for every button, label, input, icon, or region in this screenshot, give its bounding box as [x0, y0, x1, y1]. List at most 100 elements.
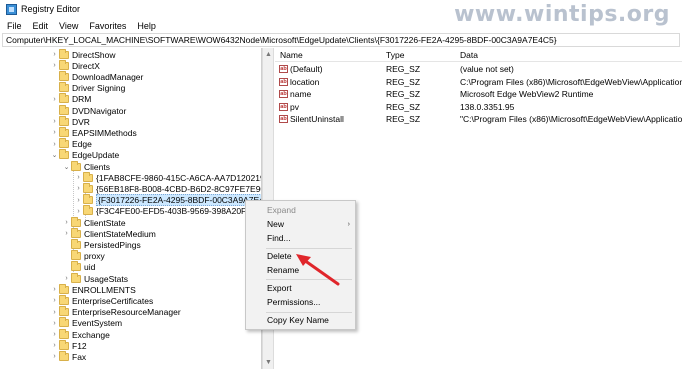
collapsed-chevron-icon[interactable]: › [62, 230, 71, 237]
collapsed-chevron-icon[interactable]: › [50, 96, 59, 103]
collapsed-chevron-icon[interactable]: › [50, 141, 59, 148]
tree-item[interactable]: proxy [62, 250, 105, 262]
column-name[interactable]: Name [280, 50, 303, 60]
tree-item[interactable]: DVDNavigator [50, 104, 126, 116]
collapsed-chevron-icon[interactable]: › [50, 51, 59, 58]
folder-icon [59, 350, 69, 361]
value-type: REG_SZ [386, 101, 421, 112]
menu-separator [266, 248, 352, 249]
tree-item[interactable]: › UsageStats [62, 272, 128, 284]
collapsed-chevron-icon[interactable]: › [50, 286, 59, 293]
folder-icon [71, 272, 81, 283]
collapsed-chevron-icon[interactable]: › [50, 309, 59, 316]
tree-item[interactable]: › EAPSIMMethods [50, 126, 137, 138]
value-row[interactable]: ab location REG_SZ C:\Program Files (x86)\M… [275, 76, 682, 88]
collapsed-chevron-icon[interactable]: › [50, 297, 59, 304]
tree-item[interactable]: › ClientStateMedium [62, 227, 156, 239]
tree-item-label: DVR [72, 116, 90, 127]
tree-item[interactable]: › EventSystem [50, 317, 123, 329]
value-type: REG_SZ [386, 64, 421, 74]
collapsed-chevron-icon[interactable]: › [50, 320, 59, 327]
folder-icon [59, 317, 69, 328]
tree-item[interactable]: ⌄ Clients [62, 160, 110, 172]
tree-item[interactable]: uid [62, 261, 96, 273]
collapsed-chevron-icon[interactable]: › [50, 118, 59, 125]
folder-icon [59, 339, 69, 350]
menu-item-expand[interactable]: Expand [246, 204, 357, 217]
folder-icon [71, 261, 81, 272]
value-data: "C:\Program Files (x86)\Microsoft\EdgeWe… [460, 114, 682, 124]
collapsed-chevron-icon[interactable]: › [74, 197, 83, 204]
folder-icon [59, 138, 69, 149]
menu-favorites[interactable]: Favorites [89, 21, 126, 31]
tree-item[interactable]: › DirectShow [50, 48, 115, 60]
tree-item[interactable]: › Fax [50, 350, 86, 362]
tree-item[interactable]: › {1FAB8CFE-9860-415C-A6CA-AA7D12021940} [74, 171, 261, 183]
string-value-icon: ab [279, 77, 288, 86]
tree-item-label: Clients [84, 161, 110, 172]
tree-item[interactable]: ⌄ EdgeUpdate [50, 149, 120, 161]
tree-item-label: uid [84, 262, 96, 273]
collapsed-chevron-icon[interactable]: › [62, 275, 71, 282]
menu-item-copy-key-name[interactable]: Copy Key Name [246, 314, 357, 327]
expanded-chevron-icon[interactable]: ⌄ [50, 151, 59, 159]
collapsed-chevron-icon[interactable]: › [50, 129, 59, 136]
tree-item[interactable]: › {F3C4FE00-EFD5-403B-9569-398A20F1BA4A} [74, 205, 261, 217]
tree-item[interactable]: › Exchange [50, 328, 110, 340]
tree-item[interactable]: › ENROLLMENTS [50, 283, 136, 295]
folder-icon [83, 171, 93, 182]
tree-item[interactable]: › {56EB18F8-B008-4CBD-B6D2-8C97FE7E9062} [74, 182, 261, 194]
column-type[interactable]: Type [386, 50, 404, 60]
tree-item-label: PersistedPings [84, 239, 141, 250]
menu-item-new[interactable]: New › [246, 218, 357, 231]
tree-item[interactable]: › EnterpriseCertificates [50, 294, 153, 306]
tree-item[interactable]: › Edge [50, 138, 92, 150]
tree-item-label: EdgeUpdate [72, 150, 120, 161]
tree-item[interactable]: › DVR [50, 115, 90, 127]
tree-item[interactable]: › F12 [50, 339, 87, 351]
collapsed-chevron-icon[interactable]: › [50, 353, 59, 360]
scroll-down-icon[interactable]: ▼ [265, 359, 272, 366]
menu-separator [266, 312, 352, 313]
value-type: REG_SZ [386, 114, 421, 124]
tree-item[interactable]: › DirectX [50, 59, 100, 71]
menu-edit[interactable]: Edit [33, 21, 49, 31]
tree-item[interactable]: PersistedPings [62, 238, 141, 250]
collapsed-chevron-icon[interactable]: › [50, 342, 59, 349]
collapsed-chevron-icon[interactable]: › [50, 62, 59, 69]
tree-item[interactable]: › ClientState [62, 216, 126, 228]
menu-item-rename[interactable]: Rename [246, 264, 357, 277]
tree-item-label: ClientState [84, 217, 126, 228]
collapsed-chevron-icon[interactable]: › [74, 208, 83, 215]
menu-view[interactable]: View [59, 21, 78, 31]
tree-item[interactable]: › DRM [50, 93, 91, 105]
menu-item-delete[interactable]: Delete [246, 250, 357, 263]
tree-item-label: ENROLLMENTS [72, 284, 136, 295]
collapsed-chevron-icon[interactable]: › [74, 185, 83, 192]
folder-icon [71, 227, 81, 238]
menu-item-export[interactable]: Export [246, 282, 357, 295]
menu-item-find[interactable]: Find... [246, 232, 357, 245]
menu-help[interactable]: Help [137, 21, 156, 31]
collapsed-chevron-icon[interactable]: › [62, 219, 71, 226]
tree-item[interactable]: Driver Signing [50, 82, 125, 94]
value-name: pv [290, 101, 299, 112]
collapsed-chevron-icon[interactable]: › [74, 174, 83, 181]
tree-item[interactable]: › EnterpriseResourceManager [50, 306, 181, 318]
value-row[interactable]: ab pv REG_SZ 138.0.3351.95 [275, 101, 682, 113]
menu-item-permissions[interactable]: Permissions... [246, 296, 357, 309]
tree-item-label: DownloadManager [72, 71, 144, 82]
tree-item[interactable]: DownloadManager [50, 70, 144, 82]
address-bar[interactable]: Computer\HKEY_LOCAL_MACHINE\SOFTWARE\WOW… [2, 33, 680, 47]
expanded-chevron-icon[interactable]: ⌄ [62, 163, 71, 171]
folder-icon [59, 59, 69, 70]
value-row[interactable]: ab (Default) REG_SZ (value not set) [275, 63, 682, 75]
value-row[interactable]: ab name REG_SZ Microsoft Edge WebView2 Runt… [275, 88, 682, 100]
tree-item-label: EventSystem [72, 318, 123, 329]
scroll-up-icon[interactable]: ▲ [265, 51, 272, 58]
collapsed-chevron-icon[interactable]: › [50, 331, 59, 338]
menu-file[interactable]: File [7, 21, 22, 31]
column-data[interactable]: Data [460, 50, 478, 60]
value-row[interactable]: ab SilentUninstall REG_SZ "C:\Program Files… [275, 113, 682, 125]
tree-item[interactable]: › {F3017226-FE2A-4295-8BDF-00C3A9A7E4C5} [74, 194, 261, 207]
